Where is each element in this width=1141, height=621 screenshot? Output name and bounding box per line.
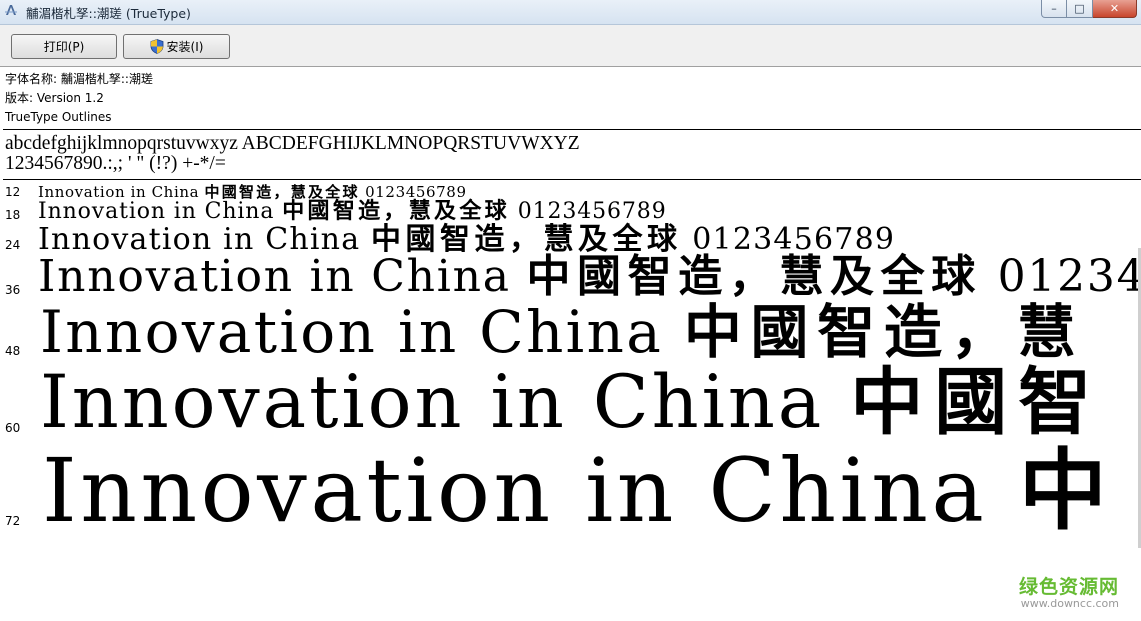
- sample-size-label: 72: [5, 514, 21, 528]
- window-title: 黼湄楷札孥::潮瑳 (TrueType): [26, 6, 191, 21]
- sample-size-label: 18: [5, 208, 21, 222]
- sample-text-72: Innovation in China 中: [42, 444, 1120, 537]
- toolbar: 打印(P) 安装(I): [0, 25, 1141, 67]
- font-info: 字体名称: 黼湄楷札孥::潮瑳 版本: Version 1.2 TrueType…: [5, 70, 153, 127]
- sample-cjk: 中國智造，慧: [683, 298, 1085, 366]
- charset-digits-symbols: 1234567890.:,; ' " (!?) +-*/=: [5, 153, 226, 174]
- character-set: abcdefghijklmnopqrstuvwxyz ABCDEFGHIJKLM…: [5, 134, 580, 174]
- font-viewer-icon: [5, 5, 17, 15]
- sample-cjk: 中: [1018, 439, 1121, 542]
- sample-digits: 01234: [981, 251, 1141, 302]
- maximize-icon: □: [1074, 2, 1085, 15]
- watermark-name: 绿色资源网: [1018, 576, 1119, 598]
- sample-cjk: 中國智造，慧及全球: [526, 251, 982, 302]
- separator-bottom: [3, 179, 1141, 180]
- sample-latin: Innovation in China: [42, 439, 1019, 542]
- window-controls: – □ ✕: [1041, 0, 1137, 18]
- watermark: 绿色资源网 www.downcc.com: [1019, 572, 1119, 610]
- close-icon: ✕: [1109, 2, 1120, 15]
- sample-size-label: 48: [5, 344, 21, 358]
- print-button[interactable]: 打印(P): [11, 34, 117, 59]
- sample-size-label: 12: [5, 185, 21, 199]
- sample-latin: Innovation in China: [38, 251, 527, 302]
- sample-size-label: 36: [5, 283, 21, 297]
- version-line: 版本: Version 1.2: [5, 91, 104, 105]
- watermark-url: www.downcc.com: [1020, 597, 1119, 610]
- charset-letters: abcdefghijklmnopqrstuvwxyz ABCDEFGHIJKLM…: [5, 133, 580, 154]
- sample-latin: Innovation in China: [38, 199, 283, 224]
- sample-latin: Innovation in China: [40, 360, 851, 445]
- outline-type-line: TrueType Outlines: [5, 110, 112, 124]
- font-name-line: 字体名称: 黼湄楷札孥::潮瑳: [5, 72, 153, 86]
- sample-cjk: 中國智造，慧及全球: [282, 199, 510, 224]
- sample-size-label: 60: [5, 421, 21, 435]
- sample-latin: Innovation in China: [40, 298, 684, 366]
- close-button[interactable]: ✕: [1093, 0, 1137, 18]
- install-button-label: 安装(I): [166, 40, 204, 54]
- maximize-button[interactable]: □: [1067, 0, 1093, 18]
- sample-text-60: Innovation in China 中國智: [40, 364, 1102, 442]
- separator-top: [3, 129, 1141, 130]
- uac-shield-icon: [150, 39, 163, 54]
- title-bar: 黼湄楷札孥::潮瑳 (TrueType) – □ ✕: [0, 0, 1141, 25]
- sample-size-label: 24: [5, 238, 21, 252]
- sample-digits: 0123456789: [509, 199, 667, 224]
- install-button[interactable]: 安装(I): [123, 34, 230, 59]
- minimize-icon: –: [1051, 2, 1057, 15]
- minimize-button[interactable]: –: [1041, 0, 1067, 18]
- sample-text-36: Innovation in China 中國智造，慧及全球 01234: [38, 251, 1141, 302]
- sample-text-18: Innovation in China 中國智造，慧及全球 0123456789: [38, 200, 667, 223]
- sample-cjk: 中國智: [850, 360, 1103, 445]
- print-button-label: 打印(P): [43, 40, 85, 54]
- sample-text-48: Innovation in China 中國智造，慧: [40, 302, 1084, 363]
